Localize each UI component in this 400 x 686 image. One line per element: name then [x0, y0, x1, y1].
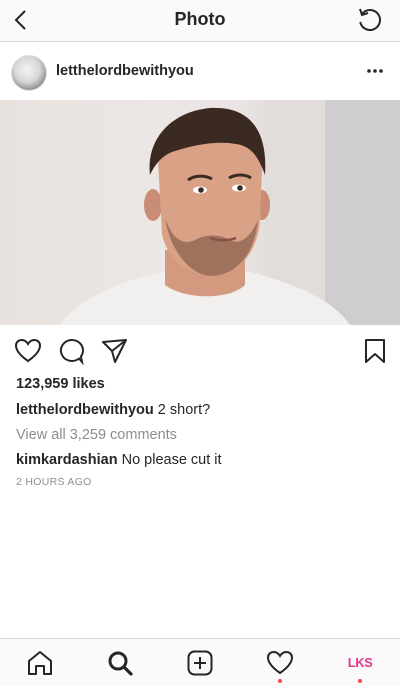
post-actions — [0, 334, 400, 370]
bottom-tab-bar: LKS — [0, 638, 400, 686]
likes-count[interactable]: 123,959 likes — [16, 376, 105, 392]
comment-text: No please cut it — [121, 452, 222, 468]
activity-heart-icon[interactable] — [266, 649, 294, 677]
portrait-image — [60, 100, 400, 325]
save-bookmark-icon[interactable] — [361, 337, 389, 365]
view-all-comments-link[interactable]: View all 3,259 comments — [16, 427, 177, 443]
caption-username[interactable]: letthelordbewithyou — [16, 402, 154, 418]
share-direct-icon[interactable] — [100, 337, 128, 365]
post-caption: letthelordbewithyou 2 short? — [16, 402, 210, 418]
home-icon[interactable] — [26, 649, 54, 677]
post-photo[interactable] — [0, 100, 400, 325]
caption-text: 2 short? — [157, 402, 211, 418]
new-post-icon[interactable] — [186, 649, 214, 677]
post-header: letthelordbewithyou — [0, 43, 400, 100]
comment-item: kimkardashian No please cut it — [16, 452, 222, 468]
profile-notification-dot — [358, 679, 362, 683]
activity-notification-dot — [278, 679, 282, 683]
more-options-icon[interactable] — [366, 63, 384, 79]
comment-username[interactable]: kimkardashian — [16, 452, 118, 468]
like-heart-icon[interactable] — [14, 337, 42, 365]
page-title: Photo — [174, 9, 226, 29]
post-timestamp: 2 HOURS AGO — [16, 476, 92, 488]
profile-icon[interactable]: LKS — [345, 655, 375, 670]
top-nav-bar: Photo — [0, 0, 400, 42]
search-icon[interactable] — [106, 649, 134, 677]
avatar[interactable] — [11, 55, 47, 91]
refresh-icon[interactable] — [356, 6, 384, 34]
post-username[interactable]: letthelordbewithyou — [56, 63, 194, 79]
comment-icon[interactable] — [57, 337, 85, 365]
